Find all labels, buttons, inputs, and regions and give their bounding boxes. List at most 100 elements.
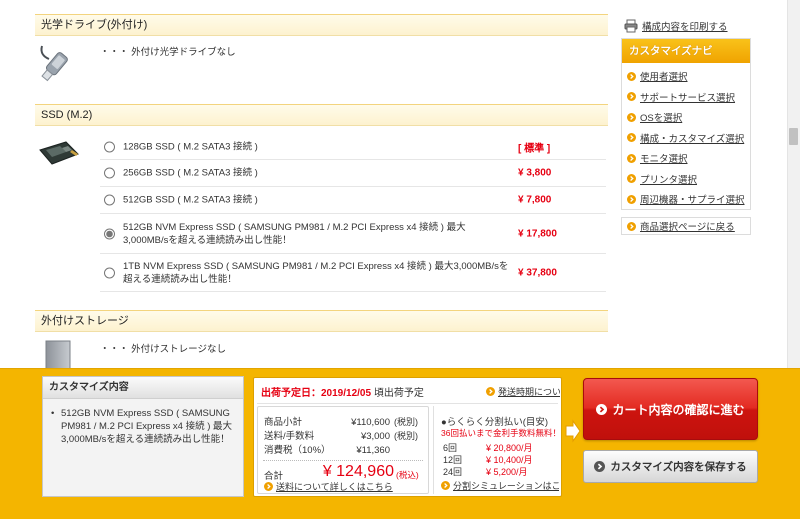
arrow-circle-icon — [627, 153, 636, 163]
shipping-fee-note: (税別) — [394, 431, 418, 441]
ssd-option-256gb[interactable]: 256GB SSD ( M.2 SATA3 接続 ) ¥ 3,800 — [100, 160, 606, 187]
navi-item-printer[interactable]: プリンタ選択 — [622, 169, 750, 190]
navi-item-configuration[interactable]: 構成・カスタマイズ選択 — [622, 128, 750, 149]
ssd-option-price: ¥ 17,800 — [518, 228, 557, 239]
navi-item-label: サポートサービス選択 — [640, 92, 736, 104]
shipping-date-label: 出荷予定日：2019/12/05 — [261, 388, 372, 398]
installment-row: 24回 ¥ 5,200/月 — [434, 466, 559, 478]
navi-item-monitor[interactable]: モニタ選択 — [622, 148, 750, 169]
ssd-option-128gb[interactable]: 128GB SSD ( M.2 SATA3 接続 ) [ 標準 ] — [100, 135, 606, 160]
navi-item-support[interactable]: サポートサービス選択 — [622, 87, 750, 108]
subtotal-note: (税別) — [394, 417, 418, 427]
customize-navi-list: 使用者選択 サポートサービス選択 OSを選択 構成・カスタマイズ選択 モニタ選択… — [622, 63, 750, 209]
installment-row: 12回 ¥ 10,400/月 — [434, 454, 559, 466]
printer-icon — [624, 19, 638, 33]
ssd-option-radio[interactable] — [104, 141, 115, 153]
total-row: 合計 ¥ 124,960 (税込) — [258, 462, 428, 482]
installment-amount: ¥ 10,400/月 — [486, 455, 533, 465]
navi-item-label: OSを選択 — [640, 113, 683, 125]
back-link-label: 商品選択ページに戻る — [640, 222, 735, 233]
installment-count: 12回 — [443, 455, 463, 465]
optical-drive-none-text: ・・・ 外付け光学ドライブなし — [100, 47, 236, 58]
tax-row: 消費税（10%） ¥11,360 — [258, 444, 428, 457]
shipping-fee-value: ¥3,000 — [360, 431, 390, 442]
save-customization-button[interactable]: カスタマイズ内容を保存する — [583, 450, 758, 483]
summary-list: 512GB NVM Express SSD ( SAMSUNG PM981 / … — [43, 399, 243, 446]
section-header-ssd: SSD (M.2) — [35, 104, 608, 126]
navi-item-label: 周辺機器・サプライ選択 — [640, 195, 745, 207]
section-header-optical-drive: 光学ドライブ(外付け) — [35, 14, 608, 36]
navi-item-label: 構成・カスタマイズ選択 — [640, 133, 745, 145]
shipping-fee-label: 送料/手数料 — [264, 431, 315, 442]
scrollbar-thumb[interactable] — [789, 128, 798, 145]
summary-item: 512GB NVM Express SSD ( SAMSUNG PM981 / … — [51, 407, 235, 446]
installment-amount: ¥ 5,200/月 — [486, 467, 528, 477]
arrow-circle-icon — [627, 174, 636, 184]
vertical-scrollbar[interactable] — [787, 0, 800, 368]
customization-summary: カスタマイズ内容 512GB NVM Express SSD ( SAMSUNG… — [42, 376, 244, 497]
installment-promo: 36回払いまで金利手数料無料！ — [441, 428, 560, 438]
arrow-circle-icon — [627, 112, 636, 122]
ssd-option-radio[interactable] — [104, 167, 115, 179]
arrow-circle-icon — [441, 480, 450, 490]
save-customization-label: カスタマイズ内容を保存する — [610, 461, 747, 473]
proceed-to-cart-button[interactable]: カート内容の確認に進む — [583, 378, 758, 440]
navi-item-label: プリンタ選択 — [640, 174, 698, 186]
arrow-circle-icon — [486, 386, 495, 396]
right-arrow-icon — [565, 419, 581, 443]
ssd-option-512gb-nvme[interactable]: 512GB NVM Express SSD ( SAMSUNG PM981 / … — [100, 214, 606, 254]
arrow-circle-icon — [627, 133, 636, 143]
customize-navi: カスタマイズナビ 使用者選択 サポートサービス選択 OSを選択 構成・カスタマイ… — [621, 38, 751, 210]
ssd-option-512gb[interactable]: 512GB SSD ( M.2 SATA3 接続 ) ¥ 7,800 — [100, 187, 606, 214]
subtotal-value: ¥110,600 — [351, 417, 390, 428]
total-value: ¥ 124,960 — [322, 463, 394, 480]
ssd-option-price: ¥ 7,800 — [518, 194, 552, 206]
ssd-option-radio[interactable] — [104, 267, 115, 278]
installment-title: ●らくらく分割払い(目安) — [441, 417, 549, 428]
shipping-date: 出荷予定日：2019/12/05 頃出荷予定 — [261, 384, 481, 398]
shipping-date-suffix: 頃出荷予定 — [373, 388, 424, 398]
ssd-option-label: 256GB SSD ( M.2 SATA3 接続 ) — [123, 167, 258, 179]
installment-simulation-link[interactable]: 分割シミュレーションはこちら — [441, 479, 559, 491]
arrow-circle-icon — [627, 71, 636, 81]
order-summary-panel: 出荷予定日：2019/12/05 頃出荷予定 発送時期について 商品小計 ¥11… — [253, 377, 562, 497]
installment-count: 24回 — [443, 467, 463, 477]
divider — [263, 460, 423, 461]
price-breakdown: 商品小計 ¥110,600 (税別) 送料/手数料 ¥3,000 (税別) 消費… — [257, 406, 429, 494]
navi-item-label: 使用者選択 — [640, 72, 688, 84]
tax-value: ¥11,360 — [356, 445, 390, 456]
summary-title: カスタマイズ内容 — [43, 377, 243, 399]
arrow-circle-icon — [264, 481, 273, 491]
proceed-to-cart-label: カート内容の確認に進む — [612, 402, 745, 417]
external-storage-none-text: ・・・ 外付けストレージなし — [100, 344, 226, 355]
print-configuration-link[interactable]: 構成内容を印刷する — [624, 18, 748, 34]
ssd-option-label: 512GB SSD ( M.2 SATA3 接続 ) — [123, 194, 258, 206]
ssd-option-price: ¥ 37,800 — [518, 267, 557, 278]
navi-item-user[interactable]: 使用者選択 — [622, 66, 750, 87]
navi-item-os[interactable]: OSを選択 — [622, 107, 750, 128]
installment-count: 6回 — [443, 443, 458, 453]
shipping-fee-info-link[interactable]: 送料について詳しくはこちら — [264, 480, 424, 492]
navi-item-peripherals[interactable]: 周辺機器・サプライ選択 — [622, 189, 750, 209]
section-header-external-storage: 外付けストレージ — [35, 310, 608, 332]
arrow-circle-icon — [627, 92, 636, 102]
navi-item-label: モニタ選択 — [640, 154, 688, 166]
arrow-circle-icon — [596, 403, 608, 415]
ssd-option-radio[interactable] — [104, 228, 115, 239]
usb-optical-drive-image — [38, 44, 72, 86]
installment-panel: ●らくらく分割払い(目安) 36回払いまで金利手数料無料！ 6回 ¥ 20,80… — [433, 406, 560, 494]
ssd-image — [38, 140, 80, 166]
shipping-timing-link[interactable]: 発送時期について — [486, 384, 560, 398]
back-to-product-link[interactable]: 商品選択ページに戻る — [621, 217, 751, 235]
shipping-fee-info-link-label: 送料について詳しくはこちら — [276, 481, 393, 492]
ssd-option-1tb-nvme[interactable]: 1TB NVM Express SSD ( SAMSUNG PM981 / M.… — [100, 254, 606, 292]
shipping-fee-row: 送料/手数料 ¥3,000 (税別) — [258, 430, 428, 443]
arrow-circle-icon — [627, 194, 636, 204]
print-link-label: 構成内容を印刷する — [642, 22, 728, 33]
ssd-option-label: 512GB NVM Express SSD ( SAMSUNG PM981 / … — [123, 221, 466, 246]
arrow-circle-icon — [627, 221, 636, 231]
ssd-option-price: ¥ 3,800 — [518, 167, 552, 179]
ssd-option-radio[interactable] — [104, 194, 115, 206]
ssd-option-label: 128GB SSD ( M.2 SATA3 接続 ) — [123, 141, 258, 153]
subtotal-row: 商品小計 ¥110,600 (税別) — [258, 416, 428, 429]
